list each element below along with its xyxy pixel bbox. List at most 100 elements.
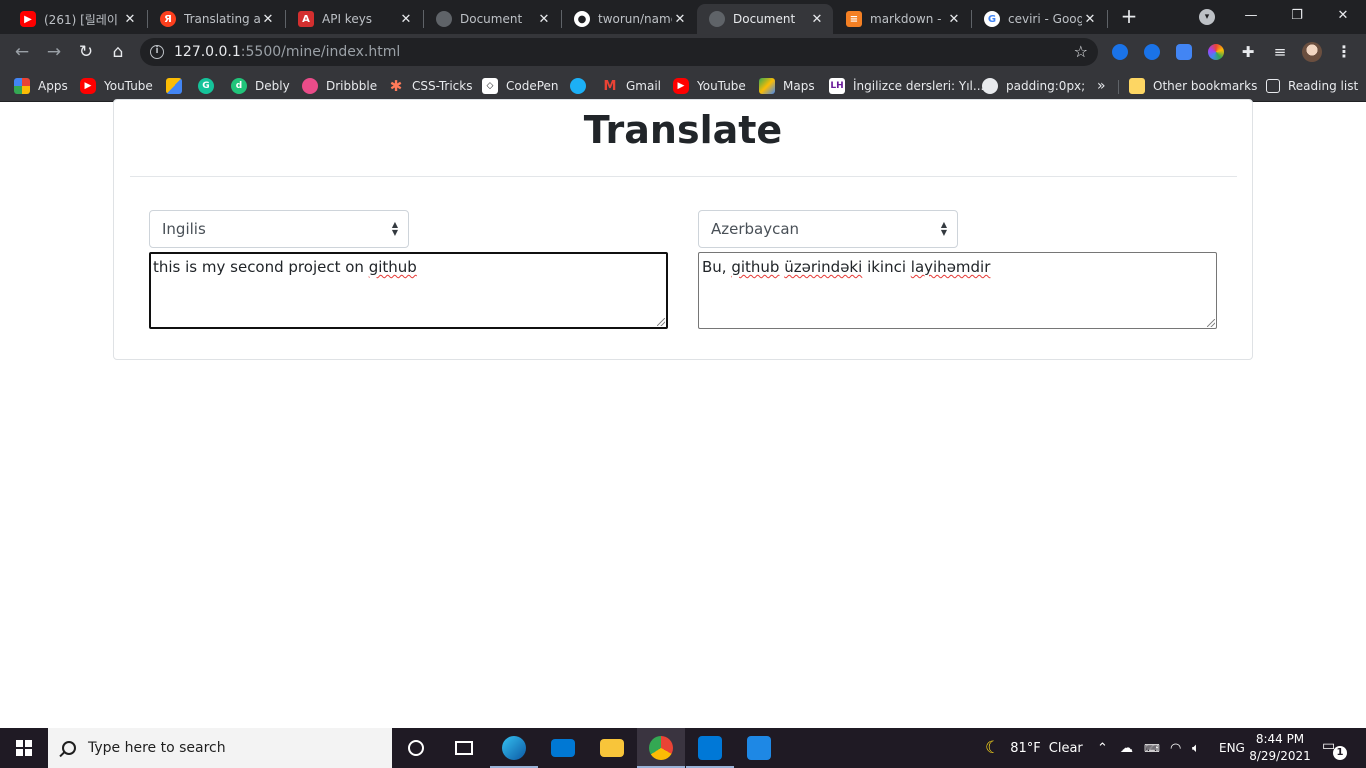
reload-icon[interactable]: ↻ (74, 40, 98, 64)
bookmark-grammarly[interactable]: G (198, 76, 222, 96)
close-window-icon[interactable]: ✕ (1320, 4, 1366, 28)
wifi-icon: ◠ (1170, 740, 1182, 756)
bookmark-ingilizce[interactable]: LH İngilizce dersleri: Yıl... (829, 76, 984, 96)
profile-avatar[interactable] (1302, 42, 1322, 62)
extensions-puzzle-icon[interactable]: ✚ (1236, 40, 1260, 64)
home-icon[interactable]: ⌂ (106, 40, 130, 64)
google-ads-icon (166, 78, 182, 94)
start-button[interactable] (0, 728, 48, 768)
extension-check-icon[interactable] (1112, 44, 1128, 60)
bookmark-padding[interactable]: padding:0px; (982, 76, 1085, 96)
task-view-button[interactable] (440, 728, 488, 768)
bookmark-apps[interactable]: Apps (14, 76, 68, 96)
target-textarea[interactable]: Bu, github üzərindəki ikinci layihəmdir (698, 252, 1217, 329)
bookmark-youtube[interactable]: ▶ YouTube (80, 76, 153, 96)
close-tab-icon[interactable]: ✕ (672, 12, 688, 27)
bookmark-css-tricks[interactable]: ✱ CSS-Tricks (388, 76, 473, 96)
tab-separator (1107, 10, 1108, 28)
close-tab-icon[interactable]: ✕ (809, 12, 825, 27)
site-info-icon[interactable]: i (150, 45, 164, 59)
taskbar-search-box[interactable]: Type here to search (48, 728, 392, 768)
yandex-icon: Я (160, 11, 176, 27)
bookmark-duolingo[interactable] (570, 76, 594, 96)
media-control-icon[interactable]: ≡ (1268, 40, 1292, 64)
restore-window-icon[interactable]: ❐ (1274, 4, 1320, 28)
browser-toolbar: ← → ↻ ⌂ i 127.0.0.1:5500/mine/index.html… (0, 34, 1366, 70)
taskbar-chrome[interactable] (637, 728, 685, 768)
youtube-icon: ▶ (673, 78, 689, 94)
resize-grip-icon[interactable] (657, 318, 665, 326)
extension-infinity-icon[interactable] (1144, 44, 1160, 60)
browser-tab[interactable]: A API keys ✕ (286, 4, 422, 34)
tab-search-icon[interactable]: ▾ (1199, 9, 1215, 25)
new-tab-button[interactable]: + (1118, 6, 1140, 28)
network-button[interactable]: ◠ (1170, 728, 1181, 768)
google-translate-icon[interactable] (1176, 44, 1192, 60)
moon-icon: ☾ (985, 738, 1001, 758)
back-arrow-icon[interactable]: ← (10, 40, 34, 64)
browser-tab[interactable]: ▶ (261) [릴레이 ✕ (8, 4, 146, 34)
tray-overflow-button[interactable]: ⌃ (1097, 728, 1108, 768)
close-tab-icon[interactable]: ✕ (122, 12, 138, 27)
duolingo-icon (570, 78, 586, 94)
bookmarks-overflow-button[interactable]: » (1097, 76, 1106, 96)
address-bar[interactable]: i 127.0.0.1:5500/mine/index.html ☆ (140, 38, 1098, 66)
weather-widget[interactable]: ☾ 81°F Clear (985, 728, 1083, 768)
browser-tab[interactable]: Document ✕ (424, 4, 560, 34)
maps-icon (759, 78, 775, 94)
chrome-menu-icon[interactable]: ⋮ (1336, 40, 1352, 64)
browser-tab[interactable]: G ceviri - Googl ✕ (972, 4, 1106, 34)
close-tab-icon[interactable]: ✕ (260, 12, 276, 27)
close-tab-icon[interactable]: ✕ (946, 12, 962, 27)
notification-count-badge: 1 (1333, 746, 1347, 760)
bookmark-gmail[interactable]: M Gmail (602, 76, 661, 96)
browser-tab[interactable]: ≡ markdown - H ✕ (834, 4, 970, 34)
browser-tab[interactable]: Я Translating a t ✕ (148, 4, 284, 34)
bookmark-google-ads[interactable] (166, 76, 190, 96)
onedrive-button[interactable]: ☁ (1120, 728, 1133, 768)
input-method-button[interactable]: ⌨ (1144, 728, 1160, 768)
reading-list-button[interactable]: Reading list (1266, 76, 1358, 96)
bookmark-maps[interactable]: Maps (759, 76, 815, 96)
translate-card: Translate Ingilis ▲ ▼ Azerbaycan ▲ ▼ this … (113, 99, 1253, 360)
resize-grip-icon[interactable] (1207, 319, 1215, 327)
apps-grid-icon (14, 78, 30, 94)
gmail-icon: M (603, 78, 617, 94)
minimize-window-icon[interactable]: — (1228, 4, 1274, 28)
notification-center-button[interactable]: ▭ 1 (1322, 738, 1347, 760)
cortana-button[interactable] (392, 728, 440, 768)
search-icon (62, 741, 76, 755)
volume-button[interactable]: 🔈︎ (1192, 728, 1200, 768)
close-tab-icon[interactable]: ✕ (1082, 12, 1098, 27)
language-indicator[interactable]: ENG (1219, 728, 1245, 768)
bookmark-youtube-2[interactable]: ▶ YouTube (673, 76, 746, 96)
css-tricks-icon: ✱ (389, 77, 403, 95)
windows-logo-icon (16, 740, 32, 756)
target-language-select[interactable]: Azerbaycan ▲ ▼ (698, 210, 958, 248)
taskbar-mail[interactable] (539, 728, 587, 768)
weather-temp: 81°F (1010, 740, 1041, 756)
speaker-icon: 🔈︎ (1192, 740, 1200, 756)
bookmark-dribbble[interactable]: Dribbble (302, 76, 377, 96)
bookmark-star-icon[interactable]: ☆ (1074, 42, 1088, 61)
edge-icon (502, 736, 526, 760)
taskbar-vscode[interactable] (686, 728, 734, 768)
bookmark-other-bookmarks[interactable]: Other bookmarks (1129, 76, 1257, 96)
forward-arrow-icon[interactable]: → (42, 40, 66, 64)
taskbar-edge[interactable] (490, 728, 538, 768)
source-textarea[interactable]: this is my second project on github (149, 252, 668, 329)
close-tab-icon[interactable]: ✕ (536, 12, 552, 27)
bookmark-codepen[interactable]: ◇ CodePen (482, 76, 559, 96)
browser-tab-active[interactable]: Document ✕ (697, 4, 833, 34)
bookmark-debly[interactable]: d Debly (231, 76, 290, 96)
close-tab-icon[interactable]: ✕ (398, 12, 414, 27)
taskbar-photos[interactable] (735, 728, 783, 768)
color-picker-extension-icon[interactable] (1208, 44, 1224, 60)
source-language-select[interactable]: Ingilis ▲ ▼ (149, 210, 409, 248)
clock-time: 8:44 PM (1255, 732, 1305, 746)
taskbar-clock[interactable]: 8:44 PM 8/29/2021 (1245, 731, 1315, 765)
google-icon: G (984, 11, 1000, 27)
browser-tab[interactable]: ● tworun/name ✕ (562, 4, 696, 34)
chevron-up-icon: ⌃ (1097, 740, 1108, 756)
taskbar-file-explorer[interactable] (588, 728, 636, 768)
